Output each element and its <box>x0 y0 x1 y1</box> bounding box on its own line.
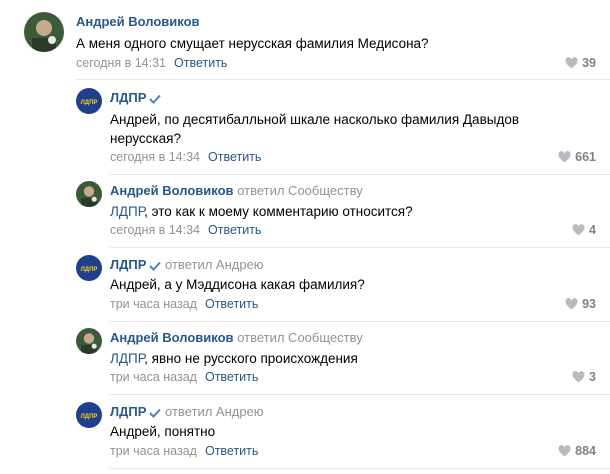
comment-meta: три часа назад Ответить <box>110 444 258 458</box>
like-count: 3 <box>589 370 596 384</box>
comment-meta: сегодня в 14:34 Ответить <box>110 223 261 237</box>
reply-button[interactable]: Ответить <box>205 370 258 384</box>
replied-to[interactable]: ответил Андрею <box>165 404 264 419</box>
like-count: 39 <box>582 56 596 70</box>
like-count: 661 <box>575 150 596 164</box>
avatar[interactable]: ЛДПР <box>76 402 102 428</box>
divider <box>110 321 610 322</box>
comment-meta: три часа назад Ответить <box>110 370 258 384</box>
comment-text: Андрей, по десятибалльной шкале наскольк… <box>110 112 519 146</box>
comment-meta: сегодня в 14:34 Ответить <box>110 150 261 164</box>
svg-text:ЛДПР: ЛДПР <box>81 414 98 420</box>
comment-text: Андрей, понятно <box>110 424 216 439</box>
comment-time[interactable]: сегодня в 14:31 <box>76 56 166 70</box>
avatar[interactable]: ЛДПР <box>76 88 102 114</box>
like-button[interactable]: 39 <box>565 56 596 72</box>
comment-time[interactable]: сегодня в 14:34 <box>110 223 200 237</box>
reply-button[interactable]: Ответить <box>205 297 258 311</box>
reply-button[interactable]: Ответить <box>208 223 261 237</box>
author-name[interactable]: Андрей Воловиков <box>110 183 234 198</box>
comment-time[interactable]: три часа назад <box>110 297 197 311</box>
like-button[interactable]: 661 <box>558 150 596 166</box>
avatar[interactable] <box>76 181 102 207</box>
comment-text: А меня одного смущает нерусская фамилия … <box>76 36 429 51</box>
like-count: 884 <box>575 444 596 458</box>
reply-button[interactable]: Ответить <box>208 150 261 164</box>
comment-time[interactable]: три часа назад <box>110 370 197 384</box>
mention-link[interactable]: ЛДПР <box>110 204 144 219</box>
author-name[interactable]: ЛДПР <box>110 90 146 105</box>
comment-author: Андрей Воловиков ответил Сообществу <box>110 330 363 345</box>
like-count: 93 <box>582 297 596 311</box>
like-button[interactable]: 4 <box>572 223 596 239</box>
comment-text: Андрей, а у Мэддисона какая фамилия? <box>110 277 365 292</box>
comment-author: ЛДПР <box>110 90 162 107</box>
avatar[interactable]: ЛДПР <box>76 255 102 281</box>
user-photo-icon <box>24 12 64 52</box>
ldpr-logo-icon: ЛДПР <box>76 88 102 114</box>
comment-meta: сегодня в 14:31 Ответить <box>76 56 227 70</box>
comment-author: ЛДПР ответил Андрею <box>110 404 264 421</box>
comment-text: ЛДПР, явно не русского происхождения <box>110 349 580 368</box>
comment-author: Андрей Воловиков ответил Сообществу <box>110 183 363 198</box>
svg-text:ЛДПР: ЛДПР <box>81 267 98 273</box>
comment-text: ЛДПР, это как к моему комментарию относи… <box>110 202 580 221</box>
ldpr-logo-icon: ЛДПР <box>76 402 102 428</box>
avatar[interactable] <box>24 12 64 52</box>
replied-to[interactable]: ответил Андрею <box>165 257 264 272</box>
comment-body: , явно не русского происхождения <box>144 351 358 366</box>
divider <box>110 174 610 175</box>
avatar[interactable] <box>76 328 102 354</box>
heart-icon <box>558 445 571 460</box>
author-name[interactable]: Андрей Воловиков <box>110 330 234 345</box>
heart-icon <box>572 371 585 386</box>
like-button[interactable]: 884 <box>558 444 596 460</box>
replied-to[interactable]: ответил Сообществу <box>237 183 363 198</box>
divider <box>110 468 610 469</box>
reply-button[interactable]: Ответить <box>174 56 227 70</box>
mention-link[interactable]: ЛДПР <box>110 351 144 366</box>
comment-time[interactable]: три часа назад <box>110 444 197 458</box>
user-photo-icon <box>76 328 102 354</box>
heart-icon <box>565 298 578 313</box>
like-button[interactable]: 93 <box>565 297 596 313</box>
replied-to[interactable]: ответил Сообществу <box>237 330 363 345</box>
author-name[interactable]: ЛДПР <box>110 257 146 272</box>
divider <box>110 247 610 248</box>
heart-icon <box>572 224 585 239</box>
like-button[interactable]: 3 <box>572 370 596 386</box>
heart-icon <box>558 151 571 166</box>
comment-time[interactable]: сегодня в 14:34 <box>110 150 200 164</box>
ldpr-logo-icon: ЛДПР <box>76 255 102 281</box>
checkmark-icon <box>149 406 162 421</box>
comment-author: ЛДПР ответил Андрею <box>110 257 264 274</box>
like-count: 4 <box>589 223 596 237</box>
comment-meta: три часа назад Ответить <box>110 297 258 311</box>
comment-author[interactable]: Андрей Воловиков <box>76 14 200 29</box>
checkmark-icon <box>149 92 162 107</box>
checkmark-icon <box>149 259 162 274</box>
reply-button[interactable]: Ответить <box>205 444 258 458</box>
comment-body: , это как к моему комментарию относится? <box>144 204 413 219</box>
user-photo-icon <box>76 181 102 207</box>
heart-icon <box>565 57 578 72</box>
svg-text:ЛДПР: ЛДПР <box>81 100 98 106</box>
divider <box>110 394 610 395</box>
author-name[interactable]: ЛДПР <box>110 404 146 419</box>
divider <box>76 79 610 80</box>
